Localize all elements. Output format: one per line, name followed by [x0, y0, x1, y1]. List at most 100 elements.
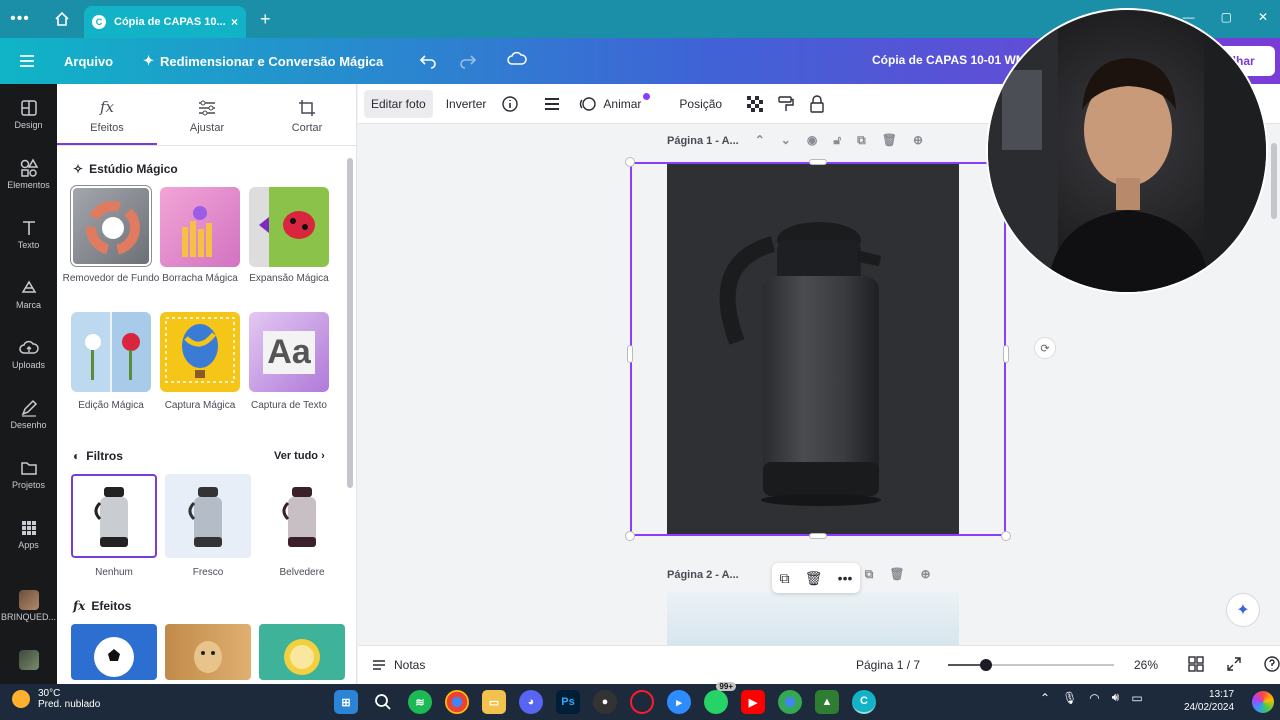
edit-photo-button[interactable]: Editar foto — [364, 89, 433, 118]
border-style-icon[interactable] — [543, 95, 561, 113]
fullscreen-icon[interactable] — [1226, 656, 1242, 672]
canvas-scroll-thumb[interactable] — [1271, 143, 1277, 219]
more-options-icon[interactable]: ••• — [838, 570, 853, 586]
magic-assistant-icon[interactable]: ✦ — [1226, 593, 1260, 627]
magic-grab-tile[interactable] — [160, 312, 240, 392]
canva-app-icon[interactable]: C — [852, 690, 876, 714]
excel-icon[interactable]: ▲ — [815, 690, 839, 714]
chevron-down-icon[interactable]: ⌄ — [781, 133, 791, 148]
discord-icon[interactable]: ◕ — [519, 690, 543, 714]
flip-button[interactable]: Inverter — [439, 90, 494, 118]
zoom-value[interactable]: 26% — [1134, 658, 1158, 672]
magic-expand-tile[interactable] — [249, 187, 329, 267]
whatsapp-icon[interactable]: 99+ — [704, 682, 736, 714]
wifi-icon[interactable]: ◠ — [1089, 691, 1099, 705]
rotate-icon[interactable]: ⟳ — [1034, 337, 1056, 359]
rail-item-draw[interactable]: Desenho — [0, 398, 57, 430]
add-page-icon[interactable]: ⊕ — [913, 133, 923, 148]
rail-item-text[interactable]: Texto — [0, 218, 57, 250]
rail-item-brand[interactable]: Marca — [0, 278, 57, 310]
resize-menu[interactable]: ✦ Redimensionar e Conversão Mágica — [143, 53, 383, 69]
system-clock[interactable]: 13:17 24/02/2024 — [1184, 688, 1234, 714]
microphone-icon[interactable]: 🎙︎ — [1062, 691, 1077, 705]
background-remover-tile[interactable] — [70, 185, 152, 267]
panel-scrollbar[interactable] — [347, 158, 353, 488]
resize-handle[interactable] — [809, 533, 827, 539]
lock-icon[interactable] — [809, 94, 825, 113]
cloud-save-icon[interactable] — [507, 51, 528, 72]
tray-overflow-icon[interactable]: ⌃ — [1040, 691, 1050, 705]
resize-handle[interactable] — [627, 345, 633, 363]
hamburger-menu-icon[interactable] — [0, 54, 54, 68]
position-button[interactable]: Posição — [672, 90, 729, 118]
file-menu[interactable]: Arquivo — [64, 54, 113, 69]
help-icon[interactable] — [1264, 656, 1280, 672]
add-page-icon[interactable]: ⊕ — [921, 567, 931, 582]
info-icon[interactable] — [501, 95, 519, 113]
rail-item-elements[interactable]: Elementos — [0, 158, 57, 190]
duplicate-page-icon[interactable]: ⧉ — [857, 133, 866, 148]
page-2[interactable] — [667, 591, 959, 645]
redo-icon[interactable] — [459, 53, 477, 69]
text-grab-tile[interactable]: Aa — [249, 312, 329, 392]
effect-soccer-thumb[interactable] — [71, 624, 157, 680]
resize-handle[interactable] — [809, 159, 827, 165]
zoom-slider-knob[interactable] — [979, 659, 992, 671]
youtube-icon[interactable]: ▶ — [741, 690, 765, 714]
hide-icon[interactable]: ◉ — [807, 133, 817, 148]
magic-edit-tile[interactable] — [71, 312, 151, 392]
chrome-icon[interactable] — [445, 690, 469, 714]
paint-roller-icon[interactable] — [777, 95, 795, 113]
transparency-icon[interactable] — [747, 95, 764, 112]
resize-handle[interactable] — [1003, 345, 1009, 363]
notes-button[interactable]: Notas — [372, 658, 425, 672]
browser-menu-icon[interactable]: ••• — [0, 10, 40, 28]
rail-item-folder-toys[interactable]: BRINQUED... — [0, 590, 57, 622]
home-icon[interactable] — [40, 11, 84, 27]
tab-adjust[interactable]: Ajustar — [157, 84, 257, 145]
resize-handle[interactable] — [1001, 531, 1011, 541]
opera-icon[interactable] — [630, 690, 654, 714]
tab-effects[interactable]: fx Efeitos — [57, 84, 157, 145]
resize-handle[interactable] — [625, 157, 635, 167]
animate-button[interactable]: Animar — [579, 93, 654, 113]
filter-belvedere-thumb[interactable] — [259, 474, 345, 558]
tab-crop[interactable]: Cortar — [257, 84, 357, 145]
weather-widget[interactable]: 30°C Pred. nublado — [12, 688, 100, 710]
duplicate-icon[interactable]: ⧉ — [780, 570, 790, 587]
copilot-icon[interactable] — [1252, 691, 1274, 713]
new-tab-button[interactable]: + — [260, 9, 271, 30]
document-title[interactable]: Cópia de CAPAS 10-01 WM — [872, 53, 1026, 67]
obs-icon[interactable]: ● — [593, 690, 617, 714]
undo-icon[interactable] — [419, 53, 437, 69]
page-title[interactable]: Página 2 - A... — [667, 569, 739, 581]
lock-page-icon[interactable]: 🔓︎ — [833, 133, 841, 148]
browser-tab[interactable]: C Cópia de CAPAS 10... × — [84, 6, 246, 38]
duplicate-page-icon[interactable]: ⧉ — [865, 567, 874, 582]
close-window-icon[interactable]: ✕ — [1258, 10, 1268, 24]
file-explorer-icon[interactable]: ▭ — [482, 690, 506, 714]
rail-item-design[interactable]: Design — [0, 98, 57, 130]
close-tab-icon[interactable]: × — [231, 15, 238, 29]
delete-page-icon[interactable]: 🗑︎ — [882, 133, 897, 148]
spotify-icon[interactable]: ≋ — [408, 690, 432, 714]
delete-page-icon[interactable]: 🗑︎ — [889, 567, 904, 582]
magic-eraser-tile[interactable] — [160, 187, 240, 267]
resize-handle[interactable] — [625, 531, 635, 541]
photoshop-icon[interactable]: Ps — [556, 690, 580, 714]
zoom-icon[interactable]: ▸ — [667, 690, 691, 714]
trash-icon[interactable]: 🗑︎ — [805, 570, 823, 587]
maximize-icon[interactable]: ▢ — [1221, 10, 1232, 24]
battery-icon[interactable]: ▭ — [1131, 691, 1142, 705]
rail-item-apps[interactable]: Apps — [0, 518, 57, 550]
search-icon[interactable] — [371, 690, 395, 714]
page-title[interactable]: Página 1 - A... — [667, 135, 739, 147]
filter-none-thumb[interactable] — [71, 474, 157, 558]
canvas-scrollbar[interactable] — [1268, 125, 1280, 645]
effect-lemon-thumb[interactable] — [259, 624, 345, 680]
filter-fresh-thumb[interactable] — [165, 474, 251, 558]
chevron-up-icon[interactable]: ⌃ — [755, 133, 765, 148]
rail-item-extra[interactable] — [0, 650, 57, 672]
chrome-profile-icon[interactable] — [778, 690, 802, 714]
rail-item-projects[interactable]: Projetos — [0, 458, 57, 490]
